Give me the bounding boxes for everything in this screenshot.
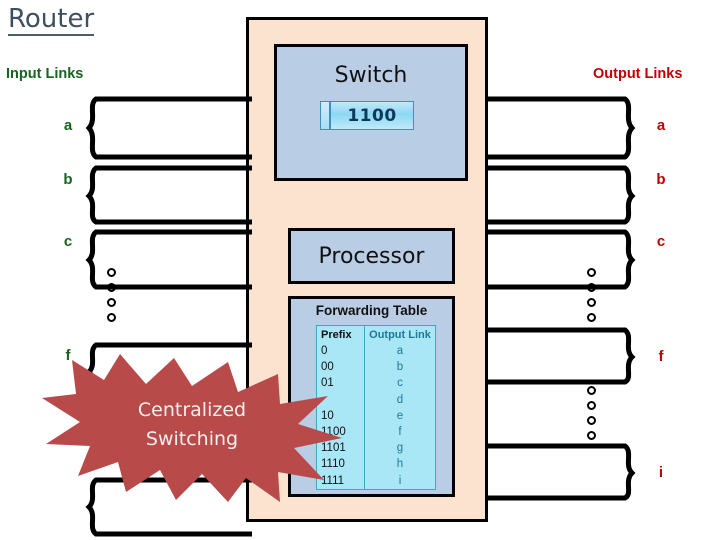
table-cell-output-link: b <box>396 361 404 374</box>
processor-title: Processor <box>318 243 425 269</box>
column-header-prefix: Prefix <box>321 329 352 341</box>
table-cell-output-link: h <box>396 458 404 471</box>
table-cell-output-link: e <box>396 409 404 422</box>
input-bar-a <box>85 96 252 160</box>
table-cell-output-link: c <box>397 377 403 390</box>
input-link-label-b: b <box>63 171 73 188</box>
forwarding-table-outputlink-column: Output Link a b c d e f g h i <box>365 326 435 489</box>
forwarding-table-title: Forwarding Table <box>315 303 428 318</box>
input-link-label-c: c <box>63 233 73 250</box>
output-link-label-b: b <box>656 171 666 188</box>
output-bar-i <box>486 443 636 501</box>
table-cell-output-link: f <box>398 426 402 439</box>
output-links-ellipsis-lower <box>587 386 596 446</box>
output-bar-a <box>486 96 636 160</box>
packet-value: 1100 <box>347 105 397 126</box>
output-links-label: Output Links <box>593 66 683 82</box>
output-bar-f <box>486 327 636 385</box>
router-diagram: Router Input Links Output Links a b c f … <box>0 0 720 540</box>
output-link-label-f: f <box>658 348 664 365</box>
input-link-label-a: a <box>63 117 73 134</box>
output-link-label-i: i <box>658 464 664 481</box>
switch-title: Switch <box>334 63 408 88</box>
output-links-ellipsis-upper <box>587 268 596 328</box>
packet: 1100 <box>320 101 414 130</box>
output-link-label-c: c <box>656 233 666 250</box>
table-cell-output-link: g <box>396 442 404 455</box>
table-cell-output-link: i <box>398 474 402 487</box>
centralized-switching-callout: Centralized Switching <box>42 352 342 502</box>
starburst-shape <box>42 354 342 502</box>
output-bar-c <box>486 229 636 290</box>
page-title: Router <box>8 5 95 37</box>
output-link-label-a: a <box>656 117 666 134</box>
table-cell-output-link: d <box>396 393 404 406</box>
column-header-output-link: Output Link <box>369 329 431 341</box>
output-bar-b <box>486 165 636 225</box>
packet-header-icon <box>321 102 331 129</box>
input-links-ellipsis <box>107 268 116 328</box>
table-cell-output-link: a <box>396 345 404 357</box>
input-bar-b <box>85 165 252 225</box>
input-links-label: Input Links <box>6 66 84 82</box>
processor-module: Processor <box>288 228 455 284</box>
